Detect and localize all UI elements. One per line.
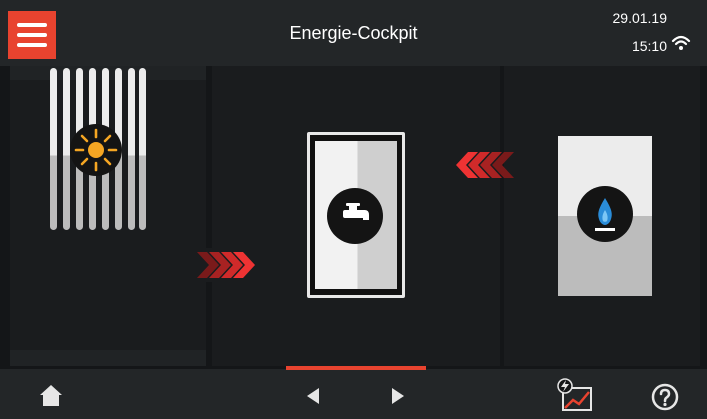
next-arrow-icon[interactable] (388, 386, 408, 406)
energy-cockpit-screen: Energie-Cockpit 29.01.19 15:10 (0, 0, 707, 419)
help-icon[interactable] (651, 383, 679, 411)
energy-chart-icon[interactable] (555, 378, 595, 414)
date-display: 29.01.19 (612, 10, 668, 26)
wifi-icon (671, 35, 691, 50)
flow-arrows-right-icon (193, 248, 255, 282)
flow-arrows-left-icon (456, 152, 514, 178)
page-title: Energie-Cockpit (289, 23, 418, 43)
footer-bar (0, 369, 707, 419)
previous-arrow-icon[interactable] (303, 386, 323, 406)
sun-icon (70, 124, 122, 176)
header-bar: Energie-Cockpit 29.01.19 15:10 (0, 0, 707, 66)
home-icon[interactable] (38, 383, 64, 407)
time-display: 15:10 (631, 38, 667, 54)
page-indicator (286, 366, 426, 370)
gas-flame-icon (577, 186, 633, 242)
water-tap-icon (327, 188, 383, 244)
